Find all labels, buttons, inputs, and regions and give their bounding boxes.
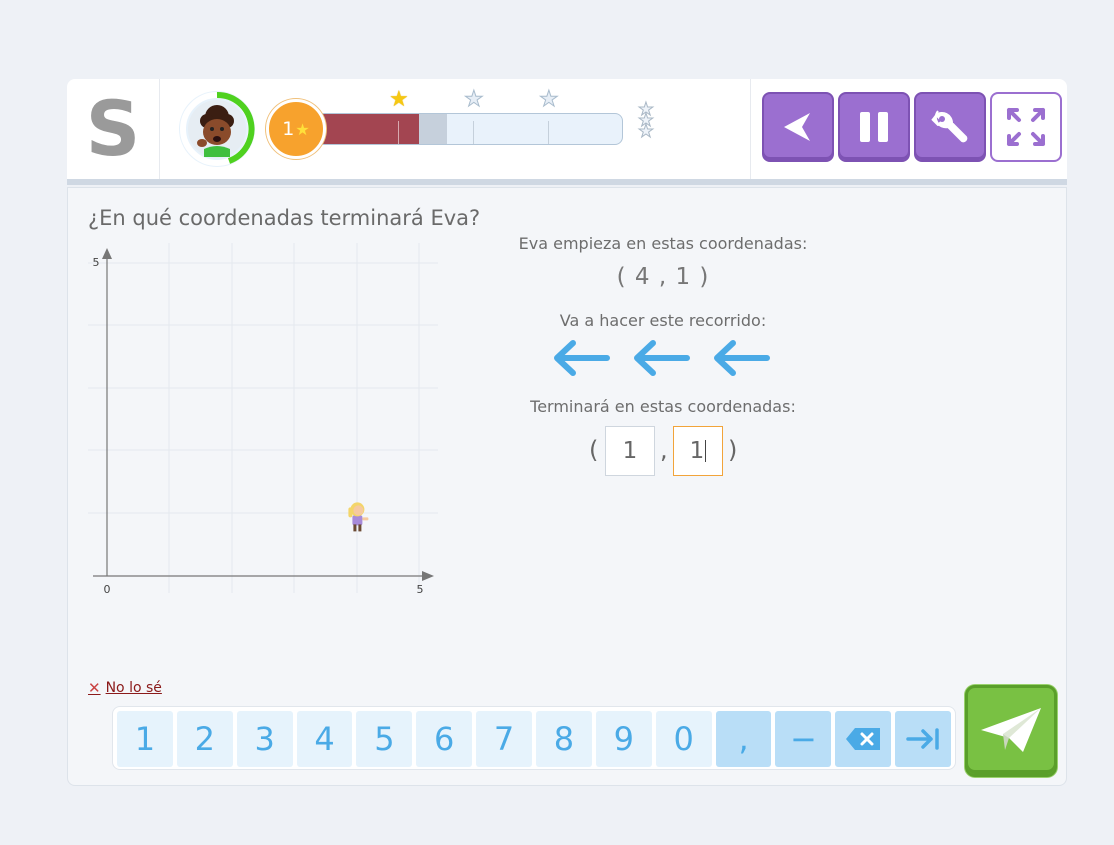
progress-ghost xyxy=(419,114,447,144)
progress-star-empty-icon: ★ xyxy=(464,87,485,112)
key-comma[interactable]: , xyxy=(715,711,772,767)
expand-icon xyxy=(1007,108,1045,146)
tab-arrow-icon xyxy=(906,728,939,750)
route-label: Va a hacer este recorrido: xyxy=(559,311,767,330)
comma-separator: , xyxy=(660,436,668,464)
end-label: Terminará en estas coordenadas: xyxy=(530,397,796,416)
level-number: 1 xyxy=(282,118,295,140)
number-keypad: 1 2 3 4 5 6 7 8 9 0, − xyxy=(112,706,956,770)
x-origin-label: 0 xyxy=(104,583,111,596)
level-badge: 1 ★ xyxy=(266,99,326,159)
left-arrow-icon xyxy=(554,340,610,376)
key-0[interactable]: 0 xyxy=(655,711,712,767)
dont-know-label: No lo sé xyxy=(105,680,162,696)
answer-row: ( 1 , 1 ) xyxy=(508,426,818,478)
tab-key[interactable] xyxy=(895,711,952,767)
progress-fill xyxy=(318,114,419,144)
dont-know-link[interactable]: ✕ No lo sé xyxy=(88,679,162,697)
header-divider xyxy=(750,79,751,179)
answer-x-input[interactable]: 1 xyxy=(605,426,655,476)
progress-bar xyxy=(317,113,623,145)
backspace-icon xyxy=(846,728,881,750)
answer-y-input[interactable]: 1 xyxy=(673,426,723,476)
key-3[interactable]: 3 xyxy=(236,711,293,767)
x-max-label: 5 xyxy=(417,583,424,596)
x-axis-arrow xyxy=(422,571,434,581)
progress-star-earned-icon: ★ xyxy=(389,87,409,112)
wrench-icon xyxy=(931,110,968,143)
top-bar: S 1 ★ ★ ★ ★ ★ ★ ★ xyxy=(67,79,1067,179)
avatar-icon xyxy=(179,91,255,167)
back-button[interactable] xyxy=(762,92,834,162)
text-caret xyxy=(705,440,707,462)
level-star-icon: ★ xyxy=(295,119,310,139)
logo-letter: S xyxy=(85,84,141,173)
stacked-stars-icon: ★ ★ ★ xyxy=(637,99,655,142)
back-arrow-icon xyxy=(784,113,810,141)
key-1[interactable]: 1 xyxy=(117,711,173,767)
avatar[interactable] xyxy=(177,89,257,169)
pause-icon xyxy=(860,112,888,142)
key-8[interactable]: 8 xyxy=(536,711,592,767)
coordinate-grid: 0 5 5 xyxy=(88,243,438,596)
settings-button[interactable] xyxy=(914,92,986,162)
left-arrow-icon xyxy=(634,340,690,376)
grid-lines xyxy=(88,243,438,593)
close-icon: ✕ xyxy=(88,679,101,697)
progress-tick xyxy=(548,121,549,144)
answer-x-value: 1 xyxy=(622,438,638,464)
key-6[interactable]: 6 xyxy=(416,711,473,767)
key-4[interactable]: 4 xyxy=(296,711,353,767)
paper-plane-icon xyxy=(981,708,1041,752)
open-paren: ( xyxy=(589,436,599,464)
key-minus[interactable]: − xyxy=(775,711,832,767)
route-arrows xyxy=(551,338,771,378)
eva-character-icon xyxy=(348,502,369,532)
key-7[interactable]: 7 xyxy=(476,711,533,767)
progress-tick xyxy=(473,121,474,144)
start-coordinates: ( 4 , 1 ) xyxy=(616,264,710,290)
progress-tick xyxy=(398,121,399,144)
fullscreen-button[interactable] xyxy=(990,92,1062,162)
question-title: ¿En qué coordenadas terminará Eva? xyxy=(88,206,481,230)
pause-button[interactable] xyxy=(838,92,910,162)
start-label: Eva empieza en estas coordenadas: xyxy=(518,234,808,253)
key-9[interactable]: 9 xyxy=(595,711,652,767)
left-arrow-icon xyxy=(714,340,770,376)
key-5[interactable]: 5 xyxy=(356,711,413,767)
close-paren: ) xyxy=(728,436,738,464)
answer-y-value: 1 xyxy=(689,438,705,464)
logo: S xyxy=(67,79,160,179)
exercise-panel: ¿En qué coordenadas terminará Eva? 0 5 5 xyxy=(67,187,1067,786)
y-axis-arrow xyxy=(102,248,112,259)
key-2[interactable]: 2 xyxy=(176,711,233,767)
y-max-label: 5 xyxy=(93,256,100,269)
progress-star-empty-icon: ★ xyxy=(539,87,560,112)
send-button[interactable] xyxy=(965,685,1057,777)
backspace-key[interactable] xyxy=(835,711,892,767)
